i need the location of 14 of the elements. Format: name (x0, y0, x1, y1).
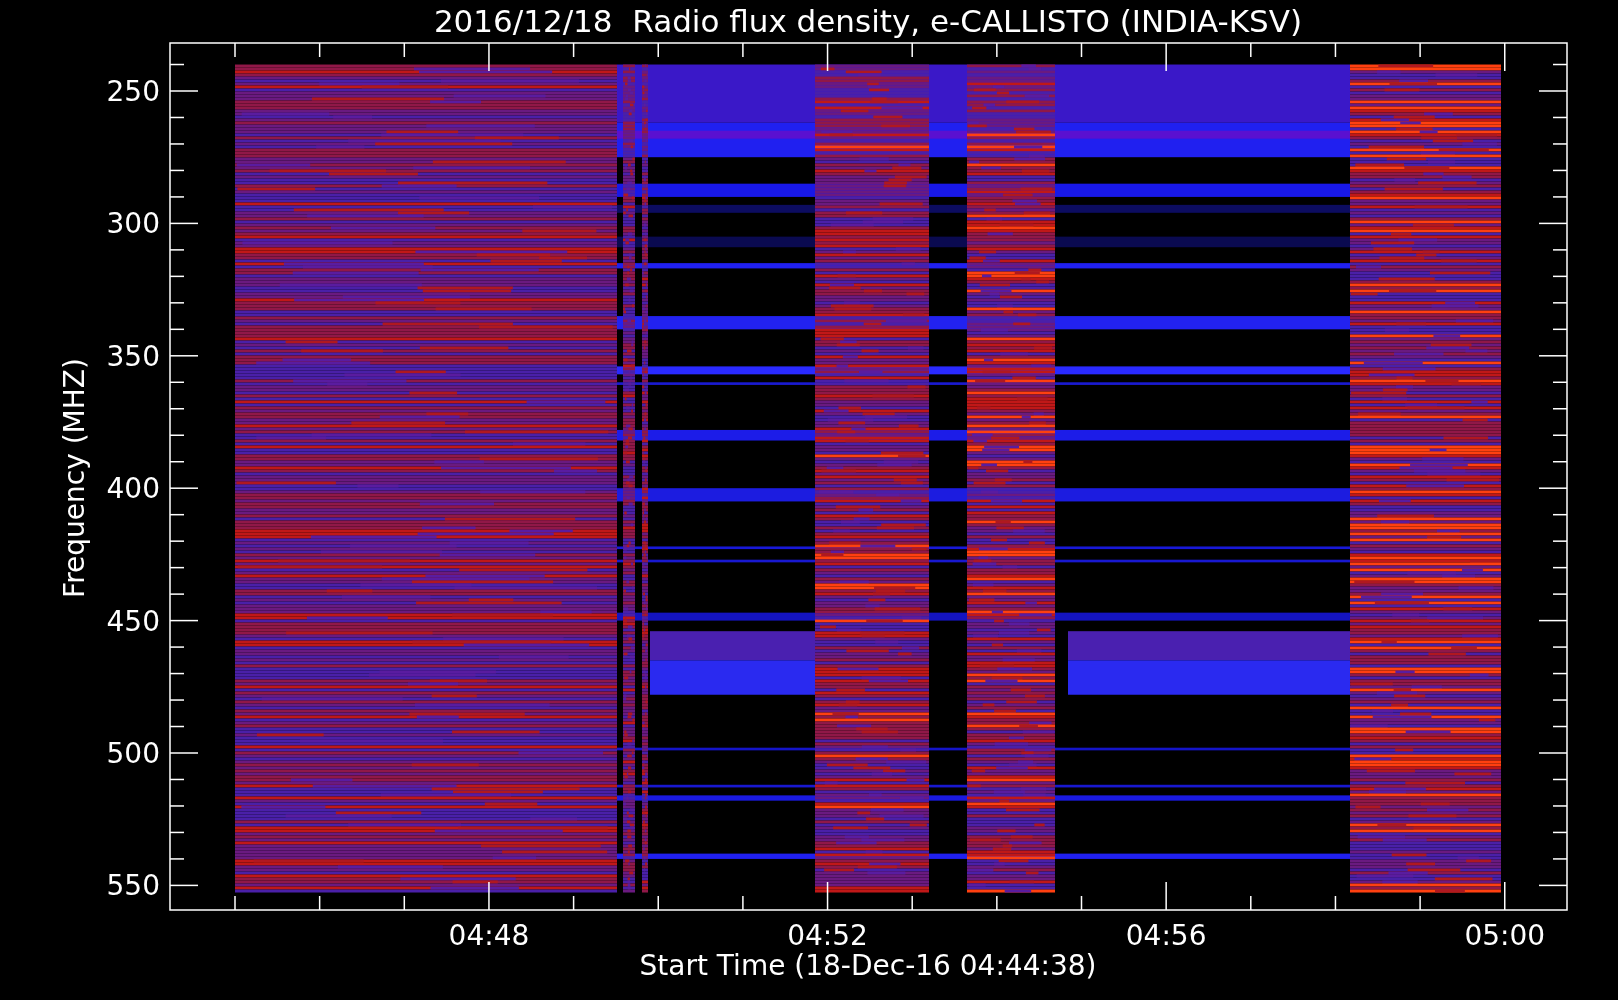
axis-label: Start Time (18-Dec-16 04:44:38) (639, 949, 1097, 982)
tick-label: 04:56 (1125, 919, 1207, 952)
axis-label: Frequency (MHZ) (58, 358, 91, 598)
tick-label: 500 (106, 737, 160, 770)
tick-label: 04:52 (787, 919, 868, 952)
tick-label: 450 (106, 604, 160, 638)
tick-label: 550 (106, 869, 160, 903)
tick-label: 350 (106, 339, 160, 373)
tick-label: 400 (106, 472, 160, 506)
tick-label: 04:48 (448, 919, 530, 952)
tick-label: 250 (106, 75, 160, 108)
plot-title: 2016/12/18 Radio flux density, e-CALLISTO (INDIA-KSV) (433, 3, 1303, 39)
tick-label: 300 (106, 207, 160, 241)
tick-label: 05:00 (1464, 919, 1546, 952)
